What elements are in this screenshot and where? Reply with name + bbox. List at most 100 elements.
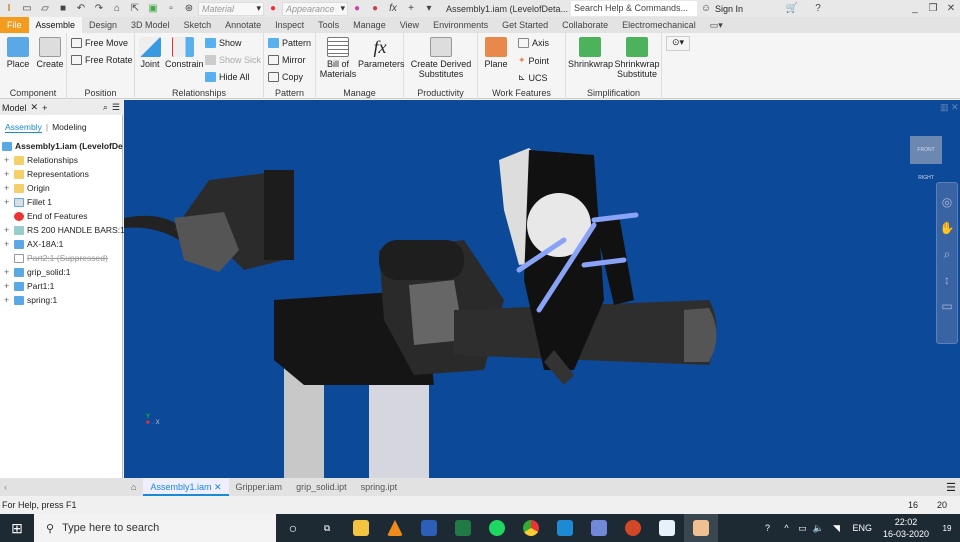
language-indicator[interactable]: ENG	[852, 523, 872, 533]
appearance-dropdown[interactable]: Appearance	[282, 1, 348, 16]
joint-button[interactable]: Joint	[137, 37, 163, 69]
panel-label[interactable]: Simplification	[566, 88, 661, 98]
mirror-button[interactable]: Mirror	[268, 55, 306, 65]
doc-tab-grip-solid[interactable]: grip_solid.ipt	[289, 478, 354, 496]
tray-expand-icon[interactable]: ^	[778, 514, 794, 542]
viewport-controls[interactable]: ▥ ✕	[940, 102, 959, 113]
search-help-input[interactable]: Search Help & Commands...	[571, 1, 697, 16]
clear-appearance-icon[interactable]: ●	[368, 3, 382, 15]
panel-label[interactable]: Productivity	[404, 88, 477, 98]
word-icon[interactable]	[412, 514, 446, 542]
tab-get-started[interactable]: Get Started	[495, 17, 555, 33]
panel-label[interactable]: Pattern	[264, 88, 315, 98]
viewcube-right[interactable]: RIGHT	[918, 175, 934, 181]
help-tray-icon[interactable]: ?	[756, 514, 778, 542]
task-view-icon[interactable]: ⧉	[310, 514, 344, 542]
tab-assemble[interactable]: Assemble	[28, 17, 83, 33]
photos-icon[interactable]	[650, 514, 684, 542]
show-sick-button[interactable]: Show Sick	[205, 55, 261, 65]
tree-item[interactable]: + Part1:1	[4, 281, 54, 291]
tab-annotate[interactable]: Annotate	[218, 17, 268, 33]
shrinkwrap-substitute-button[interactable]: Shrinkwrap Substitute	[614, 37, 660, 79]
tab-environments[interactable]: Environments	[426, 17, 495, 33]
panel-label[interactable]: Position	[67, 88, 134, 98]
file-explorer-icon[interactable]	[344, 514, 378, 542]
tree-item[interactable]: + AX-18A:1	[4, 239, 63, 249]
start-button[interactable]: ⊞	[0, 514, 34, 542]
free-rotate-button[interactable]: Free Rotate	[71, 55, 133, 65]
measure-icon[interactable]: ▫	[164, 3, 178, 15]
tree-item[interactable]: + Representations	[4, 169, 89, 179]
cortana-icon[interactable]: ○	[276, 514, 310, 542]
close-button[interactable]: ✕	[944, 3, 958, 15]
panel-label[interactable]: Component	[0, 88, 66, 98]
tab-sketch[interactable]: Sketch	[177, 17, 219, 33]
viewcube-front[interactable]: FRONT	[917, 147, 934, 153]
tree-item[interactable]: + Origin	[4, 183, 50, 193]
viewcube[interactable]: FRONT RIGHT	[910, 136, 942, 181]
spotify-icon[interactable]	[480, 514, 514, 542]
tree-item[interactable]: + RS 200 HANDLE BARS:1	[4, 225, 125, 235]
panel-label[interactable]: Manage	[316, 88, 403, 98]
notifications-icon[interactable]: 19	[934, 514, 960, 542]
menu-icon[interactable]: ☰	[112, 102, 120, 113]
tree-item[interactable]: + Fillet 1	[4, 197, 52, 207]
help-icon[interactable]: ?	[811, 3, 825, 15]
tab-3d-model[interactable]: 3D Model	[124, 17, 177, 33]
tab-tools[interactable]: Tools	[311, 17, 346, 33]
parameters-button[interactable]: fx Parameters	[358, 37, 405, 69]
place-button[interactable]: Place	[4, 37, 32, 69]
tab-electromechanical[interactable]: Electromechanical	[615, 17, 703, 33]
cart-icon[interactable]: 🛒	[785, 3, 799, 15]
save-icon[interactable]: ■	[56, 3, 70, 15]
tab-file[interactable]: File	[0, 17, 29, 33]
home-icon[interactable]: ⌂	[110, 3, 124, 15]
pan-icon[interactable]: ✋	[937, 215, 957, 241]
orbit-icon[interactable]: ↕	[937, 267, 957, 293]
tab-collaborate[interactable]: Collaborate	[555, 17, 615, 33]
tab-view[interactable]: View	[393, 17, 426, 33]
customize-icon[interactable]: ▾	[422, 3, 436, 15]
adjust-appearance-icon[interactable]: ●	[350, 3, 364, 15]
point-button[interactable]: ✦ Point	[518, 55, 549, 66]
undo-icon[interactable]: ↶	[74, 3, 88, 15]
tab-modeling[interactable]: Modeling	[52, 122, 87, 133]
add-browser-icon[interactable]: +	[42, 103, 47, 113]
panel-label[interactable]: Relationships	[135, 88, 263, 98]
pattern-button[interactable]: Pattern	[268, 38, 311, 48]
excel-icon[interactable]	[446, 514, 480, 542]
tree-root[interactable]: Assembly1.iam (LevelofDe	[2, 141, 123, 151]
material-dropdown[interactable]: Material	[198, 1, 264, 16]
tree-item[interactable]: End of Features	[4, 211, 87, 221]
tree-item[interactable]: Part2:1 (Suppressed)	[4, 253, 108, 263]
create-button[interactable]: Create	[36, 37, 64, 69]
close-tab-icon[interactable]: ✕	[214, 482, 222, 492]
redo-icon[interactable]: ↷	[92, 3, 106, 15]
open-icon[interactable]: ▱	[38, 3, 52, 15]
volume-icon[interactable]: 🔈	[810, 514, 826, 542]
view-face-icon[interactable]: ▭	[937, 293, 957, 319]
plane-button[interactable]: Plane	[480, 37, 512, 69]
doc-tab-gripper[interactable]: Gripper.iam	[229, 478, 290, 496]
tab-design[interactable]: Design	[82, 17, 124, 33]
shrinkwrap-button[interactable]: Shrinkwrap	[568, 37, 613, 69]
battery-icon[interactable]: ▭	[794, 514, 810, 542]
hide-all-button[interactable]: Hide All	[205, 72, 250, 82]
vscode-icon[interactable]	[548, 514, 582, 542]
sign-in-button[interactable]: Sign In	[715, 4, 783, 14]
doc-tab-spring[interactable]: spring.ipt	[354, 478, 405, 496]
fx-icon[interactable]: fx	[386, 3, 400, 15]
3d-viewport[interactable]: ▥ ✕ FRONT RIGHT ◎ ✋ ⌕ ↕ ▭ Y ■→X	[124, 100, 960, 478]
bill-of-materials-button[interactable]: Bill of Materials	[318, 37, 358, 79]
home-tab-icon[interactable]: ⌂	[124, 478, 143, 496]
zoom-icon[interactable]: ⌕	[937, 241, 957, 267]
tab-menu-icon[interactable]: ☰	[946, 481, 960, 494]
plus-icon[interactable]: +	[404, 3, 418, 15]
browser-title[interactable]: Model	[2, 103, 27, 113]
create-derived-substitutes-button[interactable]: Create Derived Substitutes	[408, 37, 474, 79]
steering-wheel-icon[interactable]: ◎	[937, 189, 957, 215]
ucs-button[interactable]: ⊾ UCS	[518, 72, 548, 83]
taskbar-search[interactable]: ⚲ Type here to search	[34, 514, 276, 542]
chrome-icon[interactable]	[514, 514, 548, 542]
select-icon[interactable]: ⇱	[128, 3, 142, 15]
